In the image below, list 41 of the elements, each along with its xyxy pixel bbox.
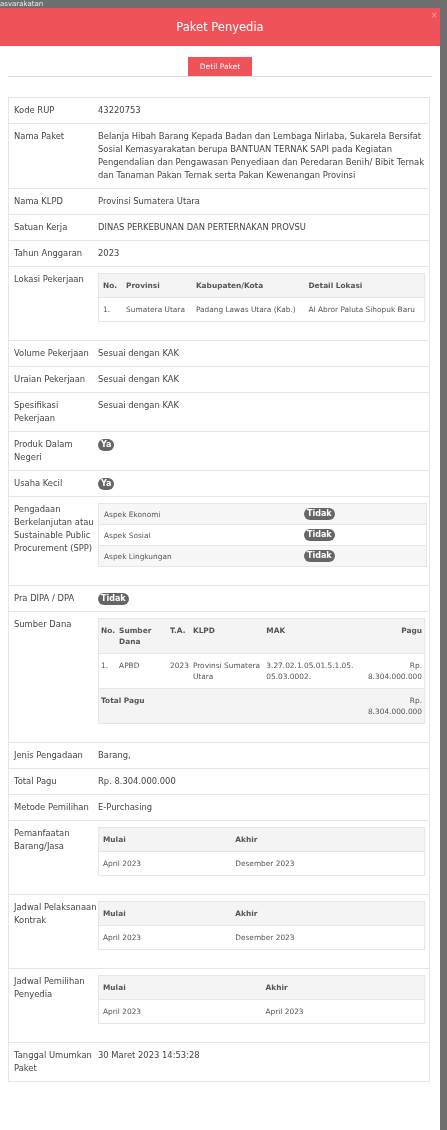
status-badge: Tidak (304, 529, 335, 541)
field-label: Pra DIPA / DPA (14, 592, 76, 605)
field-label: Volume Pekerjaan (14, 347, 90, 360)
field-label: Pengadaan Berkelanjutan atau Sustainable Public Procurement (SPP) (14, 503, 95, 555)
field-label: Lokasi Pekerjaan (14, 273, 85, 286)
modal-title: Paket Penyedia (176, 20, 264, 34)
field-label: Jadwal Pemilihan Penyedia (14, 975, 86, 1001)
field-value: Sesuai dengan KAK (98, 347, 181, 360)
field-label: Spesifikasi Pekerjaan (14, 399, 60, 425)
field-label: Jenis Pengadaan (14, 749, 84, 762)
field-label: Produk Dalam Negeri (14, 438, 74, 464)
field-label: Jadwal Pelaksanaan Kontrak (14, 901, 98, 927)
field-label: Tahun Anggaran (14, 247, 84, 260)
field-value: Sesuai dengan KAK (98, 399, 181, 412)
field-label: Sumber Dana (14, 618, 73, 631)
field-value: Barang, (98, 749, 132, 762)
field-label: Nama Paket (14, 130, 66, 143)
status-badge: Ya (98, 439, 115, 451)
field-label: Metode Pemilihan (14, 801, 90, 814)
close-button[interactable]: × (431, 10, 437, 21)
field-label: Usaha Kecil (14, 477, 64, 490)
field-label: Uraian Pekerjaan (14, 373, 87, 386)
status-badge: Tidak (304, 550, 335, 562)
field-value: 43220753 (98, 104, 142, 117)
field-value: Belanja Hibah Barang Kepada Badan dan Lembaga Nirlaba, Sukarela Bersifat Sosial Kemasyarakatan berupa BANTUAN TERNAK SAPI pada Kegiatan Pengendalian dan Pengawasan Penyediaan dan Peredaran Benih/ Bibit Ternak dan Tanaman Pakan Ternak serta Pakan Kewenangan Provinsi (98, 130, 425, 182)
field-value: Provinsi Sumatera Utara (98, 195, 201, 208)
field-label: Tanggal Umumkan Paket (14, 1049, 93, 1075)
field-value: Sesuai dengan KAK (98, 373, 181, 386)
field-label: Nama KLPD (14, 195, 64, 208)
field-label: Kode RUP (14, 104, 56, 117)
field-label: Total Pagu (14, 775, 58, 788)
field-value: 2023 (98, 247, 121, 260)
field-value: E-Purchasing (98, 801, 154, 814)
field-value: Rp. 8.304.000.000 (98, 775, 177, 788)
status-badge: Tidak (98, 593, 129, 605)
field-label: Pemanfaatan Barang/Jasa (14, 827, 71, 853)
field-value: 30 Maret 2023 14:53:28 (98, 1049, 201, 1062)
status-badge: Tidak (304, 508, 335, 520)
status-badge: Ya (98, 478, 115, 490)
field-value: DINAS PERKEBUNAN DAN PERTERNAKAN PROVSU (98, 221, 307, 234)
field-label: Satuan Kerja (14, 221, 69, 234)
